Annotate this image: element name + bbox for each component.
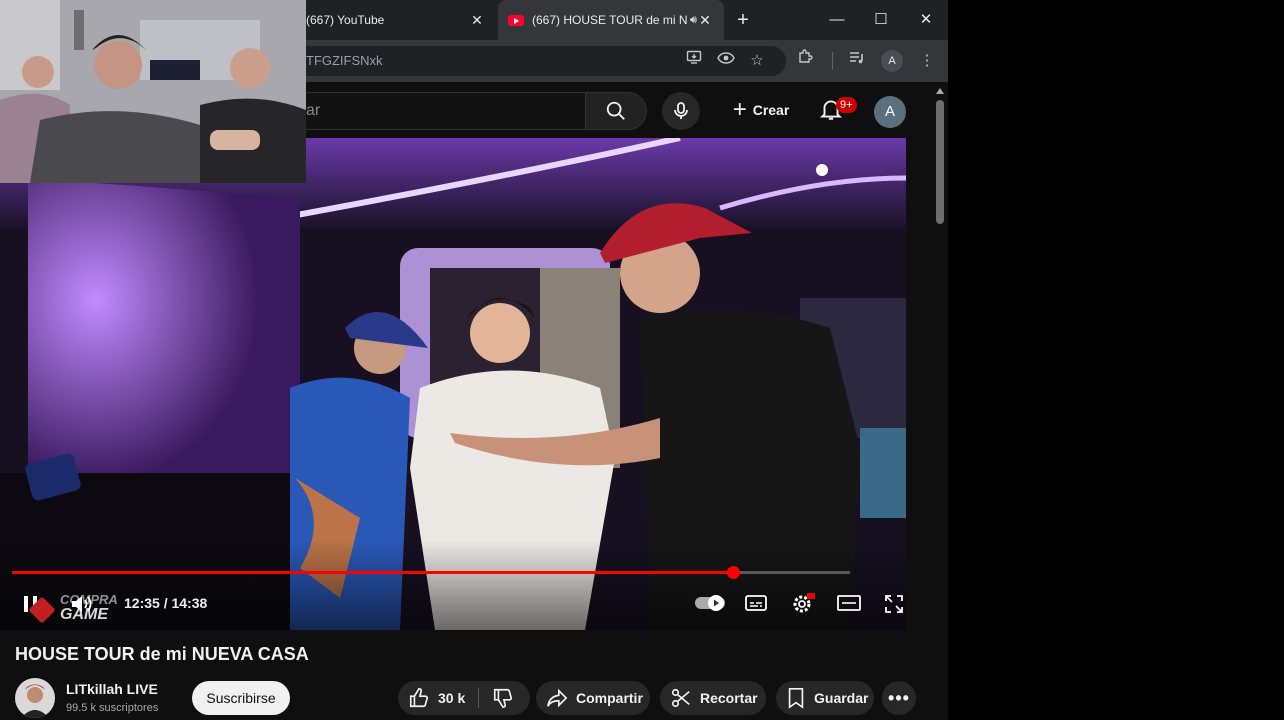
watermark-bottom: GAME (60, 606, 108, 623)
subtitles-icon (745, 595, 767, 611)
save-label: Guardar (814, 690, 869, 706)
fullscreen-icon (885, 595, 903, 613)
browser-window: (667) YouTube ✕ (667) HOUSE TOUR de mi N… (0, 0, 948, 720)
voice-search-button[interactable] (662, 92, 700, 130)
like-divider (478, 688, 479, 708)
progress-bar[interactable] (12, 566, 850, 579)
tab-youtube-home[interactable]: (667) YouTube ✕ (300, 0, 496, 40)
channel-name[interactable]: LITkillah LIVE (66, 681, 158, 697)
time-display: 12:35 / 14:38 (124, 595, 208, 611)
window-close-icon[interactable]: ✕ (914, 8, 938, 32)
youtube-favicon-icon (508, 14, 524, 26)
watermark-top: COMPRA (60, 592, 118, 607)
scissors-icon (671, 688, 690, 708)
minimize-icon[interactable]: — (825, 8, 849, 32)
autoplay-toggle-icon (695, 595, 725, 611)
new-tab-icon[interactable]: + (732, 9, 754, 31)
webcam-feed (0, 0, 306, 183)
progress-played (12, 571, 733, 574)
microphone-icon (674, 102, 688, 119)
search-input[interactable] (290, 92, 586, 130)
extensions-icon[interactable] (793, 49, 817, 73)
eye-icon[interactable] (714, 49, 738, 73)
autoplay-toggle[interactable] (694, 594, 726, 617)
share-button[interactable]: Compartir (536, 681, 650, 715)
subscriber-count: 99.5 k suscriptores (66, 702, 159, 714)
compra-game-logo-icon (28, 596, 56, 624)
close-icon[interactable]: ✕ (468, 11, 486, 29)
like-dislike-group: 30 k (398, 681, 530, 715)
tab-video[interactable]: (667) HOUSE TOUR de mi N 🔊︎ ✕ (498, 0, 724, 40)
menu-dots-icon[interactable]: ⋮ (915, 49, 939, 73)
save-button[interactable]: Guardar (776, 681, 874, 715)
install-app-icon[interactable] (682, 49, 706, 73)
account-avatar[interactable]: A (874, 96, 906, 128)
theater-mode-icon (837, 595, 861, 611)
thumbs-down-icon (493, 688, 513, 708)
subtitles-button[interactable] (745, 594, 767, 617)
video-title: HOUSE TOUR de mi NUEVA CASA (15, 644, 309, 664)
scrollbar-thumb[interactable] (936, 100, 944, 224)
create-button[interactable]: + Crear (722, 92, 800, 128)
settings-button[interactable] (791, 593, 816, 620)
dislike-button[interactable] (478, 681, 528, 715)
bookmark-icon (788, 688, 804, 709)
search-button[interactable] (585, 92, 647, 130)
maximize-icon[interactable]: ☐ (869, 8, 893, 32)
plus-icon: + (732, 96, 747, 123)
share-label: Compartir (576, 690, 643, 706)
subscribe-button[interactable]: Suscribirse (192, 681, 290, 715)
gear-icon (793, 593, 816, 613)
controls-overlay (0, 540, 906, 630)
tab-title: (667) YouTube (306, 13, 385, 27)
like-count: 30 k (438, 690, 466, 706)
notification-badge: 9+ (836, 97, 857, 113)
more-actions-button[interactable]: ••• (882, 681, 916, 715)
webcam-overlay (0, 0, 306, 183)
channel-avatar[interactable] (15, 678, 55, 718)
toolbar-divider (832, 52, 833, 70)
like-button[interactable]: 30 k (398, 681, 478, 715)
search-icon (606, 101, 625, 120)
search-placeholder: ar (306, 102, 321, 119)
tab-title: (667) HOUSE TOUR de mi N (532, 13, 688, 27)
share-icon (547, 688, 568, 708)
more-dots-icon: ••• (888, 687, 910, 708)
close-icon[interactable]: ✕ (696, 11, 714, 29)
clip-label: Recortar (700, 690, 758, 706)
star-icon[interactable]: ☆ (745, 49, 769, 73)
thumbs-up-icon (409, 688, 429, 708)
media-control-icon[interactable] (845, 49, 869, 73)
fullscreen-button[interactable] (884, 594, 904, 619)
clip-button[interactable]: Recortar (660, 681, 766, 715)
theater-mode-button[interactable] (837, 594, 861, 617)
progress-scrubber[interactable] (726, 566, 740, 579)
create-label: Crear (752, 102, 790, 118)
scroll-up-arrow-icon[interactable] (936, 88, 944, 94)
watermark-logo: COMPRA GAME (28, 592, 130, 628)
profile-avatar[interactable]: A (881, 50, 903, 72)
video-player[interactable]: COMPRA GAME 12:35 / 14:38 (0, 138, 906, 630)
url-text[interactable]: TFGZIFSNxk (306, 52, 383, 70)
